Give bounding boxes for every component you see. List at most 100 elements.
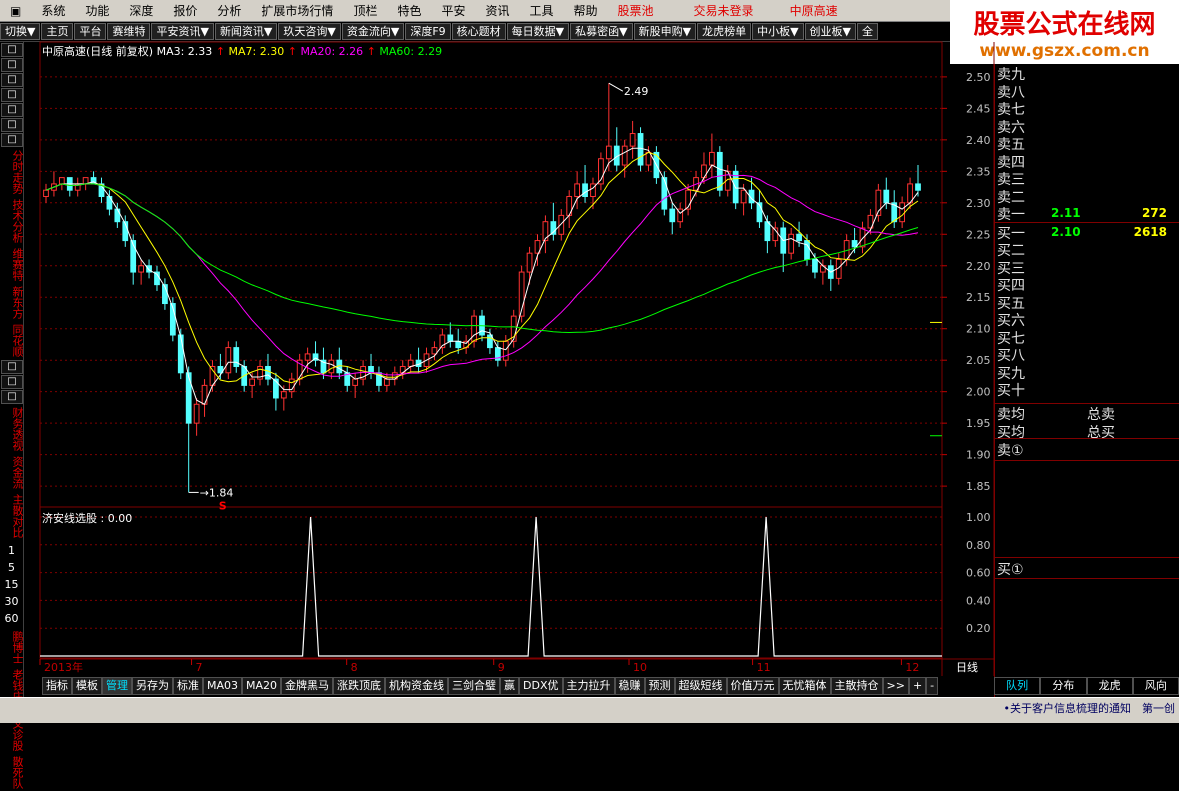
- toolbar-button[interactable]: 主页: [41, 23, 74, 40]
- menu-icon[interactable]: ▣: [0, 4, 31, 18]
- indicator-tab[interactable]: 主散持仓: [830, 677, 883, 695]
- indicator-tab[interactable]: 三剑合璧: [448, 677, 501, 695]
- time-tick-label: 8: [351, 661, 358, 674]
- sidebar-link[interactable]: 技术分析: [1, 197, 24, 245]
- indicator-tab[interactable]: 主力拉升: [562, 677, 615, 695]
- order-buy-row: 买一 2.10 2618: [997, 223, 1173, 242]
- sidebar-link[interactable]: 主散对比: [1, 492, 24, 540]
- chart-icon[interactable]: □: [1, 118, 23, 132]
- sidebar-link[interactable]: 分时走势: [1, 148, 24, 196]
- candle-body: [827, 265, 834, 279]
- period-button[interactable]: 60: [0, 612, 23, 625]
- f10-icon[interactable]: □: [1, 360, 23, 374]
- candle-body: [613, 145, 620, 166]
- status-bar: •关于客户信息梳理的通知 第一创: [0, 697, 1179, 723]
- menu-item[interactable]: 报价: [163, 2, 207, 19]
- candle-body: [867, 214, 874, 229]
- sidebar-link[interactable]: 资金流: [1, 454, 24, 491]
- indicator-tab[interactable]: 稳赚: [614, 677, 645, 695]
- toolbar-button[interactable]: 全: [857, 23, 879, 40]
- sidebar-link[interactable]: 财务透视: [1, 405, 24, 453]
- toolbar-button[interactable]: 新闻资讯▼: [214, 23, 278, 40]
- candle-icon[interactable]: □: [1, 133, 23, 147]
- indicator-tab[interactable]: 无忧箱体: [778, 677, 831, 695]
- toolbar-button[interactable]: 玖天咨询▼: [278, 23, 341, 40]
- sidebar-link[interactable]: 维赛特: [1, 246, 24, 283]
- indicator-tab[interactable]: DDX优: [519, 677, 563, 695]
- arrow-left-icon[interactable]: □: [1, 58, 23, 72]
- indicator-tab[interactable]: 价值万元: [726, 677, 779, 695]
- sub-tick-label: 0.40: [966, 594, 991, 607]
- indicator-tab[interactable]: 超级短线: [674, 677, 727, 695]
- toolbar-button[interactable]: 新股申购▼: [633, 23, 697, 40]
- panel-tab[interactable]: 分布: [1040, 677, 1087, 695]
- menu-item[interactable]: 深度: [119, 2, 163, 19]
- indicator-tab[interactable]: 涨跌顶底: [333, 677, 386, 695]
- menu-item[interactable]: 顶栏: [343, 2, 387, 19]
- toolbar-button[interactable]: 私募密函▼: [570, 23, 633, 40]
- sidebar-link[interactable]: 新东方: [1, 284, 24, 321]
- arrow-icon[interactable]: □: [1, 43, 23, 57]
- menu-item[interactable]: 特色: [387, 2, 431, 19]
- period-button[interactable]: 1: [0, 544, 23, 557]
- order-buy-row: 买三: [997, 258, 1173, 277]
- menu-item[interactable]: 扩展市场行情: [251, 2, 343, 19]
- panel-tab[interactable]: 风向: [1132, 677, 1179, 695]
- candle-body: [177, 334, 184, 374]
- orderbook-divider: [995, 578, 1179, 579]
- arrow-up-icon[interactable]: □: [1, 73, 23, 87]
- menu-item[interactable]: 分析: [207, 2, 251, 19]
- toolbar-button[interactable]: 中小板▼: [752, 23, 804, 40]
- indicator-tab[interactable]: 模板: [72, 677, 102, 695]
- indicator-tab[interactable]: 赢: [500, 677, 520, 695]
- toolbar-button[interactable]: 核心题材: [451, 23, 506, 40]
- indicator-tab[interactable]: 管理: [102, 677, 132, 695]
- menu-item[interactable]: 平安: [431, 2, 475, 19]
- toolbar-button[interactable]: 创业板▼: [804, 23, 857, 40]
- indicator-tab[interactable]: MA03: [203, 677, 243, 695]
- sidebar-link[interactable]: 鹏博士: [1, 629, 24, 666]
- toolbar-button[interactable]: 每日数据▼: [506, 23, 570, 40]
- indicator-tab[interactable]: 预测: [644, 677, 675, 695]
- indicator-tab[interactable]: 标准: [173, 677, 203, 695]
- list-icon[interactable]: □: [1, 390, 23, 404]
- toolbar-button[interactable]: 赛维特: [107, 23, 151, 40]
- order-sell-row: 卖七: [997, 99, 1173, 118]
- indicator-tab[interactable]: 机构资金线: [385, 677, 449, 695]
- indicator-tab[interactable]: 金牌黑马: [281, 677, 334, 695]
- candle-body: [590, 183, 596, 198]
- stock-title: 中原高速(日线 前复权): [42, 45, 154, 58]
- toolbar-button[interactable]: 平安资讯▼: [151, 23, 214, 40]
- indicator-tab[interactable]: 另存为: [132, 677, 173, 695]
- sidebar-link[interactable]: 散死队: [1, 754, 24, 791]
- price-tick-label: 2.10: [966, 323, 991, 336]
- low-label: →1.84: [200, 486, 234, 499]
- menu-item[interactable]: 系统: [31, 2, 75, 19]
- indicator-tab[interactable]: -: [926, 677, 939, 695]
- candle-body: [677, 208, 684, 223]
- toolbar-button[interactable]: 切换▼: [0, 23, 41, 40]
- menu-item[interactable]: 资讯: [475, 2, 519, 19]
- toolbar-button[interactable]: 平台: [74, 23, 107, 40]
- report-icon[interactable]: □: [1, 103, 23, 117]
- toolbar-button[interactable]: 龙虎榜单: [697, 23, 752, 40]
- indicator-tab[interactable]: +: [908, 677, 927, 695]
- panel-tab[interactable]: 龙虎: [1086, 677, 1133, 695]
- arrow-down-icon[interactable]: □: [1, 88, 23, 102]
- period-button[interactable]: 15: [0, 578, 23, 591]
- menu-item[interactable]: 工具: [520, 2, 564, 19]
- toolbar-button[interactable]: 深度F9: [405, 23, 451, 40]
- menu-item[interactable]: 帮助: [564, 2, 608, 19]
- period-button[interactable]: 30: [0, 595, 23, 608]
- grid-icon[interactable]: □: [1, 375, 23, 389]
- panel-tab[interactable]: 队列: [994, 677, 1041, 695]
- toolbar-button[interactable]: 资金流向▼: [341, 23, 405, 40]
- news-ticker[interactable]: •关于客户信息梳理的通知 第一创: [1004, 700, 1176, 716]
- period-button[interactable]: 5: [0, 561, 23, 574]
- indicator-tab[interactable]: MA20: [242, 677, 282, 695]
- menu-stock-pool[interactable]: 股票池: [608, 2, 664, 19]
- indicator-tab[interactable]: 指标: [42, 677, 72, 695]
- sidebar-link[interactable]: 同花顺: [1, 322, 24, 359]
- indicator-tab[interactable]: >>: [882, 677, 909, 695]
- menu-item[interactable]: 功能: [75, 2, 119, 19]
